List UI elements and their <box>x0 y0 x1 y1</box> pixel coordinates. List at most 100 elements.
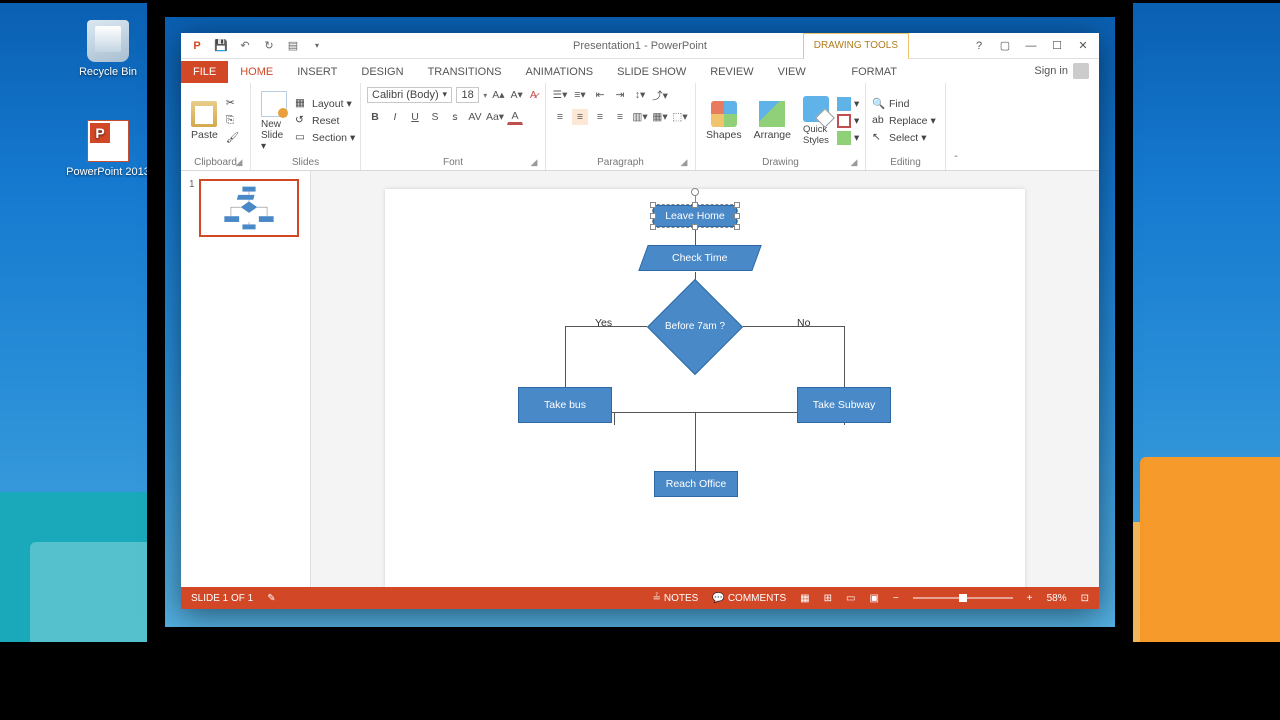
connector[interactable] <box>743 326 845 327</box>
connector[interactable] <box>695 412 696 472</box>
underline-icon[interactable]: U <box>407 109 423 125</box>
dialog-launcher-icon[interactable]: ◢ <box>849 157 859 167</box>
cut-button[interactable]: ✂ <box>226 97 240 111</box>
save-icon[interactable]: 💾 <box>213 38 229 54</box>
slideshow-view-icon[interactable]: ▣ <box>869 593 878 604</box>
start-icon[interactable]: ▤ <box>285 38 301 54</box>
zoom-in-icon[interactable]: + <box>1027 593 1033 604</box>
shape-effects-button[interactable]: ▾ <box>837 131 859 145</box>
text-direction-icon[interactable]: ⤴▾ <box>652 87 668 103</box>
help-icon[interactable]: ? <box>969 37 989 55</box>
select-button[interactable]: ↖Select ▾ <box>872 131 936 145</box>
bold-icon[interactable]: B <box>367 109 383 125</box>
font-color-icon[interactable]: A <box>507 109 523 125</box>
line-spacing-icon[interactable]: ↕▾ <box>632 87 648 103</box>
maximize-icon[interactable]: ☐ <box>1047 37 1067 55</box>
sign-in[interactable]: Sign in <box>1034 63 1089 79</box>
desktop-icon-powerpoint[interactable]: PowerPoint 2013 <box>63 120 153 178</box>
shape-take-subway[interactable]: Take Subway <box>797 387 891 423</box>
shape-fill-button[interactable]: ▾ <box>837 97 859 111</box>
shadow-icon[interactable]: ꜱ <box>447 109 463 125</box>
close-icon[interactable]: ✕ <box>1073 37 1093 55</box>
strike-icon[interactable]: S <box>427 109 443 125</box>
dialog-launcher-icon[interactable]: ◢ <box>234 157 244 167</box>
smartart-icon[interactable]: ⬚▾ <box>672 109 688 125</box>
slide-canvas[interactable]: Leave Home Check Time Before 7am ? <box>385 189 1025 587</box>
resize-handle[interactable] <box>650 224 656 230</box>
zoom-out-icon[interactable]: − <box>893 593 899 604</box>
case-icon[interactable]: Aa▾ <box>487 109 503 125</box>
align-right-icon[interactable]: ≡ <box>592 109 608 125</box>
tab-slideshow[interactable]: SLIDE SHOW <box>605 61 698 83</box>
columns-icon[interactable]: ▥▾ <box>632 109 648 125</box>
fit-window-icon[interactable]: ⊡ <box>1081 593 1089 604</box>
shapes-button[interactable]: Shapes <box>702 99 746 143</box>
normal-view-icon[interactable]: ▦ <box>800 593 809 604</box>
format-painter-button[interactable]: 🖌 <box>226 131 240 145</box>
indent-inc-icon[interactable]: ⇥ <box>612 87 628 103</box>
resize-handle[interactable] <box>734 224 740 230</box>
shrink-font-icon[interactable]: A▾ <box>509 87 523 103</box>
zoom-slider[interactable] <box>913 597 1013 599</box>
font-size-combo[interactable]: 18 <box>456 87 479 103</box>
shape-check-time[interactable]: Check Time <box>638 245 761 271</box>
zoom-thumb[interactable] <box>959 594 967 602</box>
shape-outline-button[interactable]: ▾ <box>837 114 859 128</box>
ribbon-options-icon[interactable]: ▢ <box>995 37 1015 55</box>
tab-review[interactable]: REVIEW <box>698 61 765 83</box>
quick-styles-button[interactable]: Quick Styles <box>799 94 833 148</box>
numbering-icon[interactable]: ≡▾ <box>572 87 588 103</box>
resize-handle[interactable] <box>692 202 698 208</box>
zoom-level[interactable]: 58% <box>1047 593 1067 604</box>
sorter-view-icon[interactable]: ⊞ <box>824 593 832 604</box>
redo-icon[interactable]: ↻ <box>261 38 277 54</box>
tab-design[interactable]: DESIGN <box>349 61 415 83</box>
layout-button[interactable]: ▦Layout ▾ <box>295 97 355 111</box>
italic-icon[interactable]: I <box>387 109 403 125</box>
tab-insert[interactable]: INSERT <box>285 61 349 83</box>
align-text-icon[interactable]: ▦▾ <box>652 109 668 125</box>
collapse-ribbon-icon[interactable]: ˆ <box>946 154 966 170</box>
undo-icon[interactable]: ↶ <box>237 38 253 54</box>
comments-button[interactable]: 💬 COMMENTS <box>712 593 786 604</box>
tab-transitions[interactable]: TRANSITIONS <box>416 61 514 83</box>
resize-handle[interactable] <box>734 213 740 219</box>
arrange-button[interactable]: Arrange <box>750 99 795 143</box>
desktop-icon-recycle-bin[interactable]: Recycle Bin <box>63 20 153 78</box>
find-button[interactable]: 🔍Find <box>872 97 936 111</box>
replace-button[interactable]: abReplace ▾ <box>872 114 936 128</box>
slide-thumbnail[interactable]: 1 <box>189 179 302 237</box>
minimize-icon[interactable]: — <box>1021 37 1041 55</box>
resize-handle[interactable] <box>734 202 740 208</box>
notes-button[interactable]: ≟ NOTES <box>653 593 699 604</box>
shape-leave-home[interactable]: Leave Home <box>653 205 737 227</box>
slide-canvas-area[interactable]: Leave Home Check Time Before 7am ? <box>311 171 1099 587</box>
clear-formatting-icon[interactable]: A̷ <box>528 87 539 103</box>
align-center-icon[interactable]: ≡ <box>572 109 588 125</box>
connector[interactable] <box>614 412 615 425</box>
dialog-launcher-icon[interactable]: ◢ <box>679 157 689 167</box>
copy-button[interactable]: ⎘ <box>226 114 240 128</box>
font-name-combo[interactable]: Calibri (Body) ▾ <box>367 87 452 103</box>
resize-handle[interactable] <box>692 224 698 230</box>
bullets-icon[interactable]: ☰▾ <box>552 87 568 103</box>
resize-handle[interactable] <box>650 202 656 208</box>
reading-view-icon[interactable]: ▭ <box>846 593 855 604</box>
tab-home[interactable]: HOME <box>228 61 285 83</box>
shape-reach-office[interactable]: Reach Office <box>654 471 738 497</box>
resize-handle[interactable] <box>650 213 656 219</box>
paste-button[interactable]: Paste <box>187 99 222 143</box>
dialog-launcher-icon[interactable]: ◢ <box>529 157 539 167</box>
rotate-handle-icon[interactable] <box>691 188 699 196</box>
tab-format[interactable]: FORMAT <box>839 61 909 83</box>
shape-take-bus[interactable]: Take bus <box>518 387 612 423</box>
tab-file[interactable]: FILE <box>181 61 228 83</box>
tab-view[interactable]: VIEW <box>766 61 818 83</box>
align-left-icon[interactable]: ≡ <box>552 109 568 125</box>
justify-icon[interactable]: ≡ <box>612 109 628 125</box>
shape-decision[interactable]: Before 7am ? <box>661 293 729 361</box>
indent-dec-icon[interactable]: ⇤ <box>592 87 608 103</box>
spell-check-icon[interactable]: ✎ <box>267 593 275 604</box>
new-slide-button[interactable]: New Slide ▾ <box>257 89 291 154</box>
spacing-icon[interactable]: AV <box>467 109 483 125</box>
